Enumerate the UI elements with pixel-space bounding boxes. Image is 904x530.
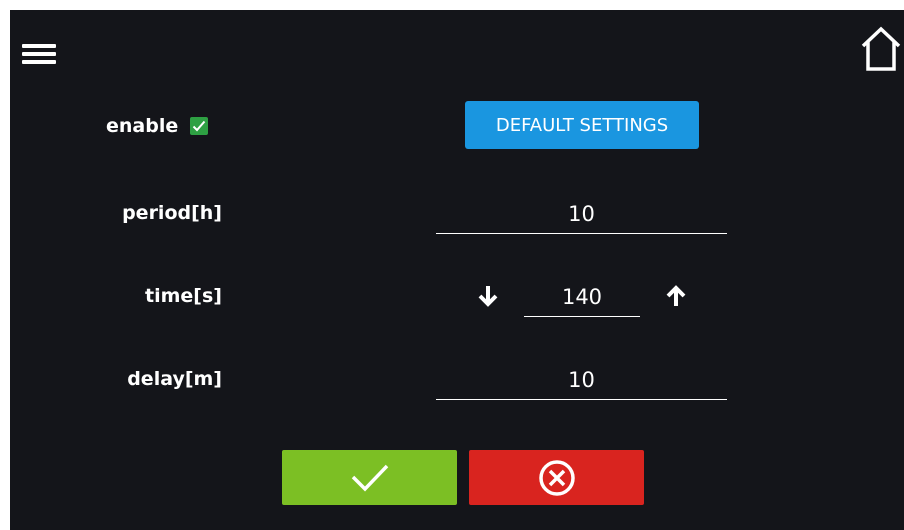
hamburger-menu-icon[interactable] — [22, 44, 56, 66]
increase-arrow-icon[interactable] — [664, 283, 688, 309]
home-icon[interactable] — [858, 24, 904, 72]
delay-input[interactable]: 10 — [436, 362, 727, 400]
enable-checkbox[interactable] — [190, 117, 209, 135]
default-settings-button[interactable]: DEFAULT SETTINGS — [465, 101, 699, 149]
enable-label: enable — [106, 115, 179, 137]
delay-label: delay[m] — [127, 368, 222, 390]
checkmark-icon — [193, 120, 206, 132]
circle-x-icon — [538, 459, 575, 496]
cancel-button[interactable] — [469, 450, 644, 505]
period-input[interactable]: 10 — [436, 196, 727, 234]
period-label: period[h] — [122, 202, 222, 224]
checkmark-icon — [351, 464, 388, 492]
time-input[interactable]: 140 — [524, 279, 640, 317]
settings-screen: enable DEFAULT SETTINGS period[h] 10 tim… — [10, 10, 904, 530]
decrease-arrow-icon[interactable] — [476, 283, 500, 309]
enable-row: enable — [106, 113, 209, 139]
confirm-button[interactable] — [282, 450, 457, 505]
time-label: time[s] — [145, 285, 222, 307]
